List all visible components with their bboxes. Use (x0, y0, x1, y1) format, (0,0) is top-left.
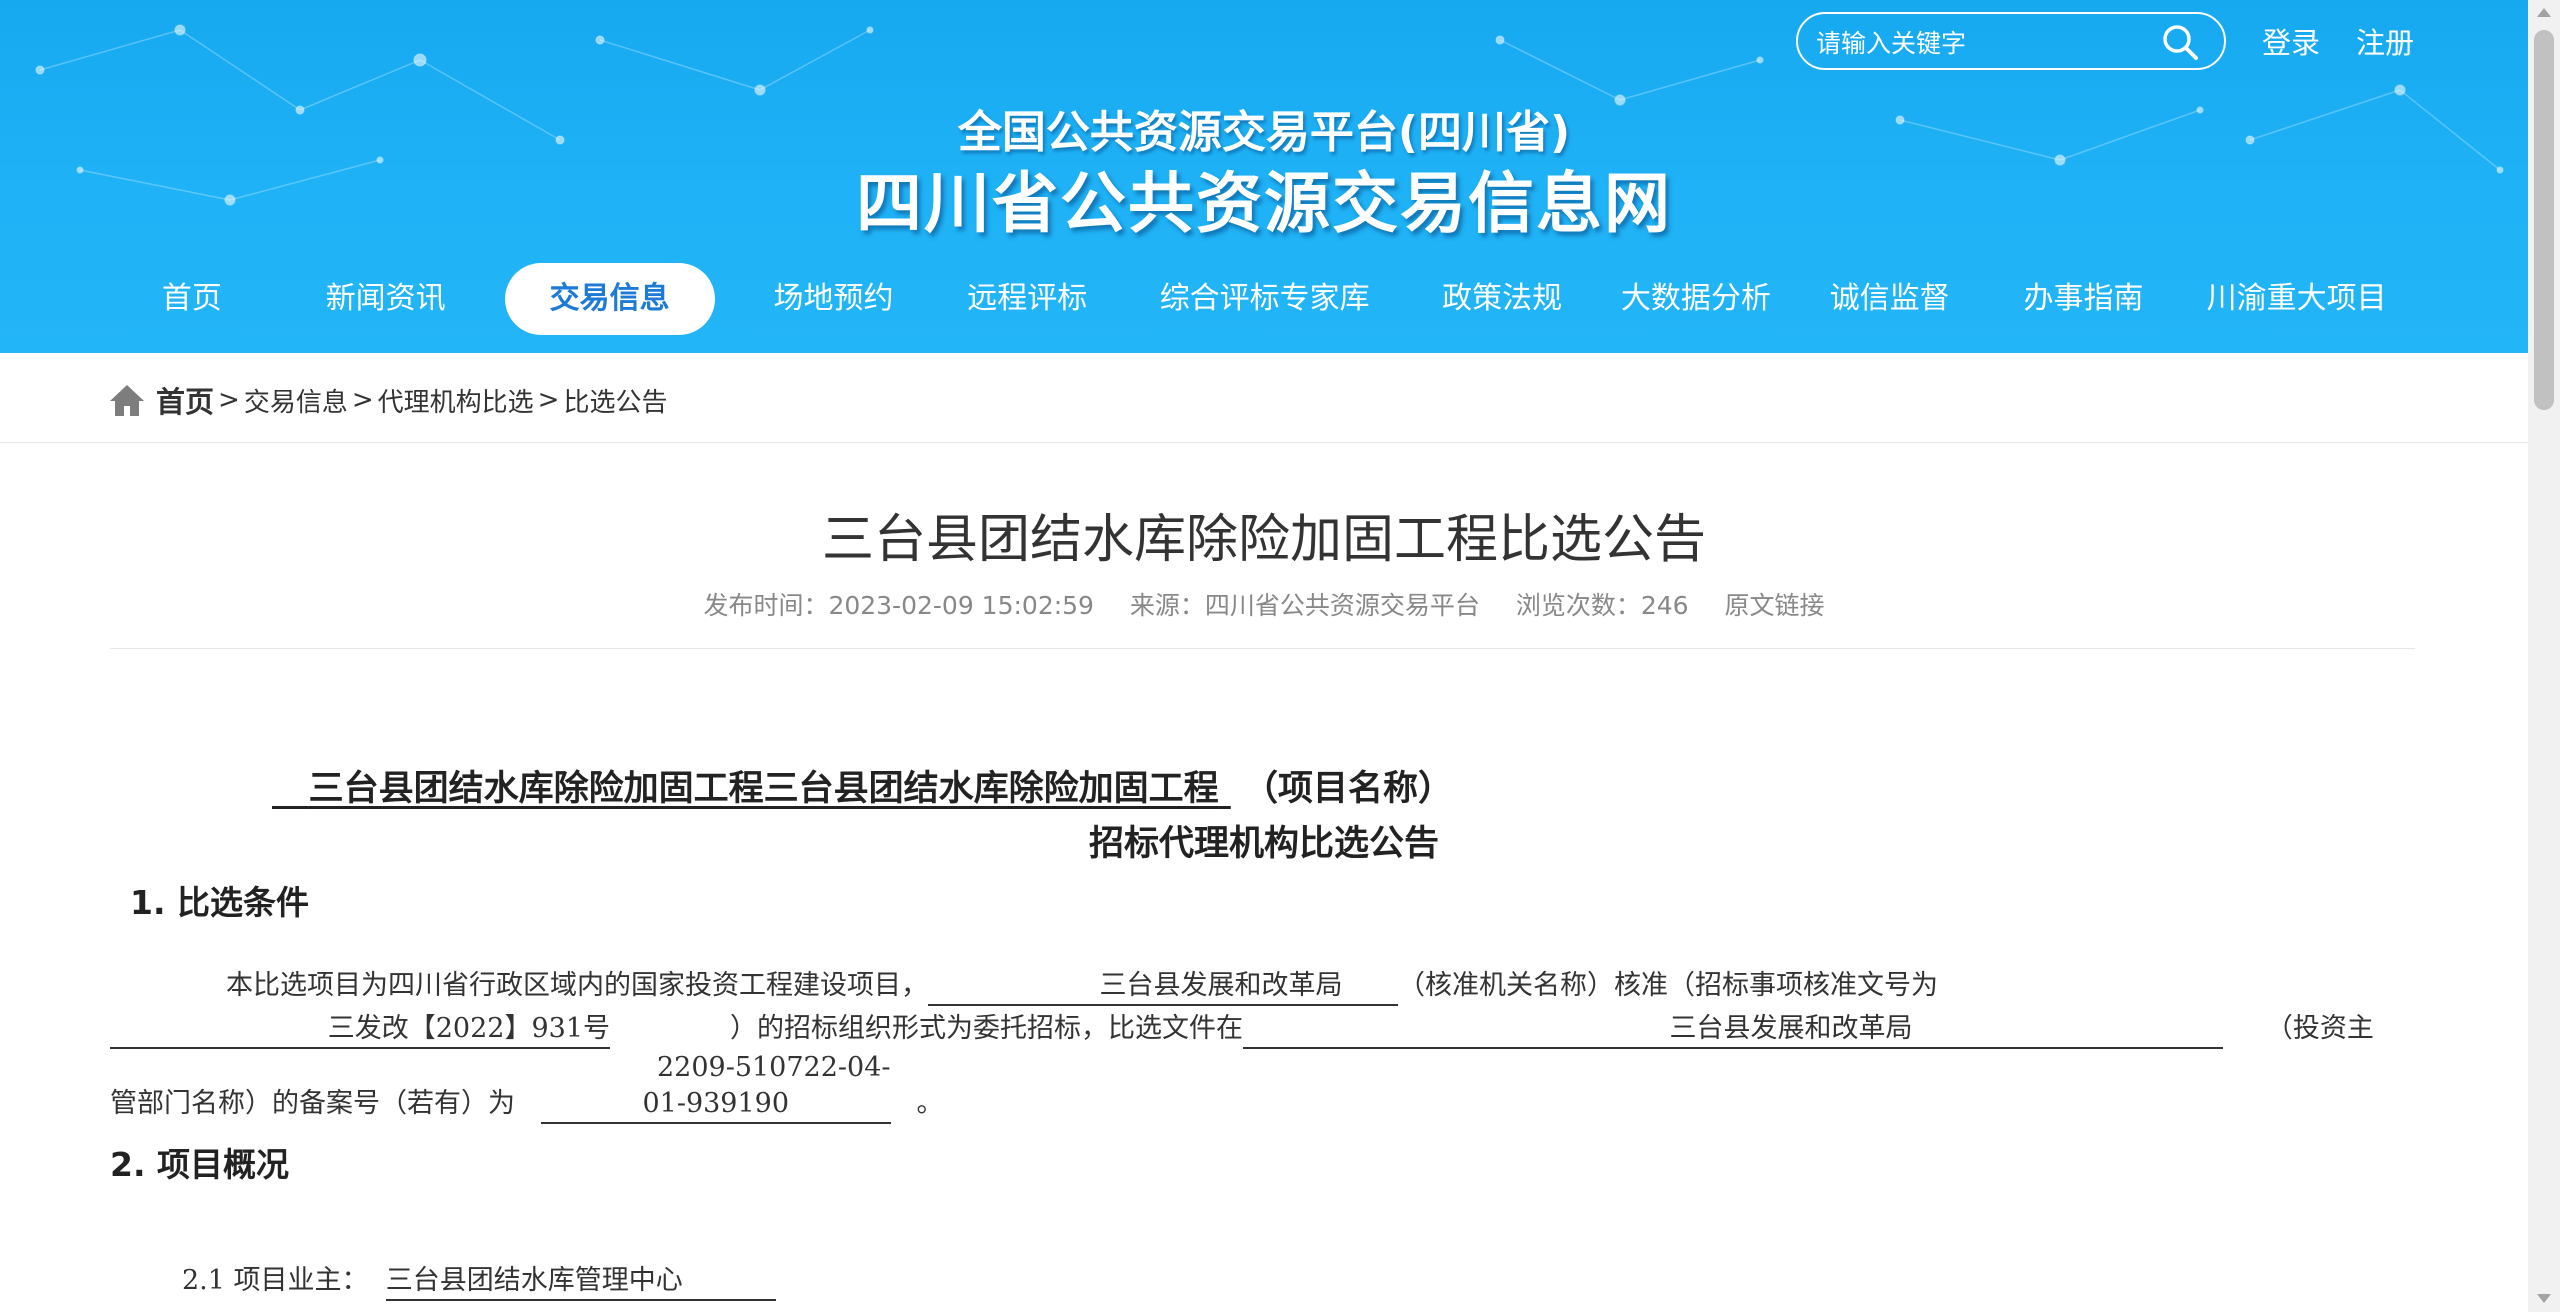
site-header: 登录 注册 全国公共资源交易平台(四川省) 四川省公共资源交易信息网 首页 新闻… (0, 0, 2528, 353)
nav-item-venue-booking[interactable]: 场地预约 (737, 263, 931, 335)
nav-item-remote-evaluation[interactable]: 远程评标 (930, 263, 1124, 335)
breadcrumb-home[interactable]: 首页 (156, 379, 214, 421)
record-number-field: 2209-510722-04-01-939190 (540, 1050, 891, 1124)
approver-field: 三台县发展和改革局 (928, 968, 1398, 1006)
breadcrumb-separator: > (351, 385, 374, 415)
item-2-1: 2.1 项目业主： 三台县团结水库管理中心 (182, 1258, 776, 1301)
nav-item-policies[interactable]: 政策法规 (1405, 263, 1599, 335)
nav-item-expert-database[interactable]: 综合评标专家库 (1124, 263, 1405, 335)
nav-item-news[interactable]: 新闻资讯 (289, 263, 483, 335)
project-name: 三台县团结水库除险加固工程三台县团结水库除险加固工程 (308, 769, 1219, 809)
view-count: 浏览次数：246 (1515, 591, 1689, 620)
search-box (1796, 12, 2226, 70)
paragraph-selection-conditions: 本比选项目为四川省行政区域内的国家投资工程建设项目， 三台县发展和改革局 （核准机关… (110, 964, 2380, 1125)
breadcrumb-separator: > (218, 385, 240, 415)
article-title: 三台县团结水库除险加固工程比选公告 (821, 510, 1706, 570)
department-field: 三台县发展和改革局 (1243, 1011, 2223, 1049)
meta-divider (110, 648, 2415, 649)
breadcrumb-current[interactable]: 比选公告 (563, 382, 667, 419)
scroll-thumb[interactable] (2534, 30, 2554, 410)
breadcrumb-trading-info[interactable]: 交易信息 (244, 382, 348, 419)
nav-item-credit-supervision[interactable]: 诚信监督 (1793, 263, 1987, 335)
project-name-line: 三台县团结水库除险加固工程三台县团结水库除险加固工程 （项目名称） (272, 760, 1453, 811)
section-2-title: 2. 项目概况 (110, 1145, 289, 1184)
register-link[interactable]: 注册 (2356, 20, 2414, 62)
breadcrumb: 首页 > 交易信息 > 代理机构比选 > 比选公告 (108, 376, 667, 424)
home-icon (110, 385, 144, 416)
search-icon[interactable] (2160, 22, 2200, 62)
nav-item-major-projects[interactable]: 川渝重大项目 (2180, 263, 2413, 335)
breadcrumb-agency-selection[interactable]: 代理机构比选 (378, 382, 534, 419)
breadcrumb-divider (0, 442, 2528, 443)
main-nav: 首页 新闻资讯 交易信息 场地预约 远程评标 综合评标专家库 政策法规 大数据分… (95, 263, 2413, 335)
publish-time: 发布时间：2023-02-09 15:02:59 (703, 591, 1094, 620)
nav-item-trading-info[interactable]: 交易信息 (504, 263, 715, 335)
project-name-suffix: （项目名称） (1242, 769, 1453, 809)
scroll-down-arrow[interactable] (2537, 1294, 2551, 1303)
approval-number-field: 三发改【2022】931号 (110, 1011, 610, 1049)
page-scrollbar[interactable] (2528, 0, 2560, 1312)
project-owner-field: 三台县团结水库管理中心 (385, 1263, 776, 1301)
section-1-title: 1. 比选条件 (130, 883, 309, 922)
nav-item-service-guide[interactable]: 办事指南 (1987, 263, 2181, 335)
article-source: 来源：四川省公共资源交易平台 (1129, 591, 1480, 620)
breadcrumb-separator: > (537, 385, 560, 415)
login-link[interactable]: 登录 (2262, 20, 2320, 62)
original-link[interactable]: 原文链接 (1725, 591, 1825, 620)
article-meta: 发布时间：2023-02-09 15:02:59 来源：四川省公共资源交易平台 … (0, 586, 2528, 622)
nav-item-big-data[interactable]: 大数据分析 (1599, 263, 1793, 335)
document-heading: 招标代理机构比选公告 (1088, 824, 1439, 864)
scroll-up-arrow[interactable] (2537, 8, 2551, 17)
nav-item-home[interactable]: 首页 (95, 263, 289, 335)
site-title: 四川省公共资源交易信息网 (856, 165, 1672, 242)
search-input[interactable] (1814, 24, 2158, 62)
item-2-1-label: 2.1 项目业主： (182, 1265, 369, 1296)
